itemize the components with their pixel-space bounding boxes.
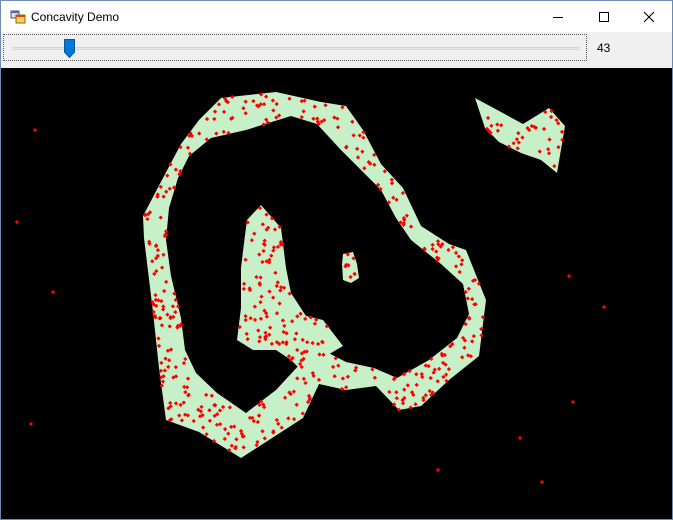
minimize-button[interactable] [535, 1, 581, 32]
data-point [28, 421, 34, 427]
drawing-canvas[interactable] [1, 68, 672, 519]
window-title: Concavity Demo [31, 10, 120, 24]
hull-ring [143, 92, 486, 458]
data-point [570, 399, 576, 405]
app-window-icon [10, 9, 26, 25]
concavity-value-label: 43 [597, 41, 611, 55]
title-bar[interactable]: Concavity Demo [1, 1, 672, 32]
data-point [566, 273, 572, 279]
app-window: Concavity Demo 43 [0, 0, 673, 520]
data-point [539, 479, 545, 485]
data-point [517, 435, 523, 441]
maximize-icon [599, 11, 609, 22]
data-point [14, 219, 20, 225]
concavity-slider[interactable] [3, 34, 587, 61]
hull-inner-blob [237, 205, 343, 370]
control-strip: 43 [1, 32, 672, 67]
minimize-icon [553, 16, 563, 18]
data-point [601, 304, 607, 310]
slider-track [12, 47, 580, 50]
data-point [435, 467, 441, 473]
data-point [32, 127, 38, 133]
slider-thumb[interactable] [63, 39, 75, 58]
hull-plot [14, 92, 607, 485]
close-button[interactable] [626, 1, 672, 32]
close-icon [643, 11, 655, 22]
maximize-button[interactable] [581, 1, 627, 32]
data-point [50, 289, 56, 295]
